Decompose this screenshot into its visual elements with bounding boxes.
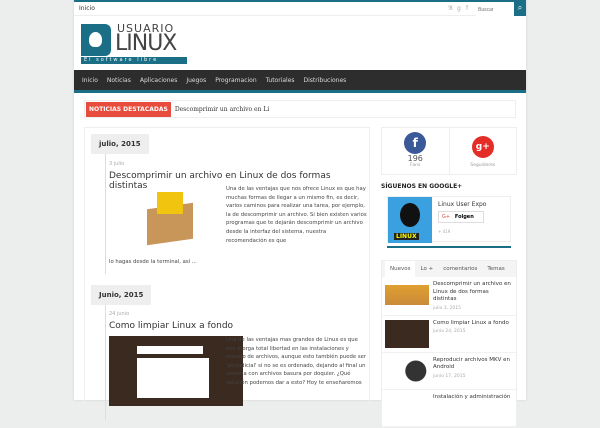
top-home-link[interactable]: Inicio bbox=[79, 5, 95, 12]
tab-comentarios[interactable]: comentarios bbox=[438, 261, 482, 277]
post-title[interactable]: Como limpiar Linux a fondo bbox=[109, 321, 233, 331]
recent-title[interactable]: Como limpiar Linux a fondo bbox=[433, 320, 509, 328]
post-thumbnail-screenshot[interactable] bbox=[109, 336, 243, 406]
list-item[interactable]: Instalación y administración bbox=[382, 390, 516, 427]
social-counters: f 196 Fans g+ Seguidores bbox=[381, 127, 517, 175]
search-input[interactable] bbox=[476, 4, 514, 16]
facebook-icon[interactable]: f bbox=[466, 5, 468, 12]
avatar-text: LINUX bbox=[394, 233, 419, 240]
nav-item-programacion[interactable]: Programacion bbox=[215, 77, 256, 84]
tab-temas[interactable]: Temas bbox=[482, 261, 509, 277]
gplus-heading: SÍGUENOS EN GOOGLE+ bbox=[381, 183, 463, 190]
nav-item-tutoriales[interactable]: Tutoriales bbox=[266, 77, 295, 84]
recent-thumb bbox=[385, 281, 429, 309]
rss-icon[interactable]: ℜ bbox=[448, 5, 453, 12]
ticker-link[interactable]: Descomprimir un archivo en Li bbox=[175, 106, 269, 113]
recent-date: junio 17, 2015 bbox=[433, 373, 466, 379]
top-bar: Inicio ℜ g f ⌕ bbox=[74, 0, 526, 16]
google-plus-icon: g+ bbox=[471, 136, 494, 158]
divider bbox=[387, 246, 511, 248]
recent-date: julio 3, 2015 bbox=[433, 305, 461, 311]
gplus-page-name[interactable]: Linux User Expo bbox=[438, 201, 486, 208]
facebook-counter[interactable]: f 196 Fans bbox=[382, 128, 450, 174]
follow-label: Folgen bbox=[454, 214, 474, 220]
list-item[interactable]: Como limpiar Linux a fondo junio 24, 2015 bbox=[382, 316, 516, 353]
fb-count: 196 bbox=[407, 154, 423, 163]
gp-label: Seguidores bbox=[470, 163, 496, 168]
main-nav: Inicio Noticias Aplicaciones Juegos Prog… bbox=[74, 70, 526, 93]
sidebar: f 196 Fans g+ Seguidores SÍGUENOS EN GOO… bbox=[381, 127, 517, 428]
timeline-line bbox=[105, 148, 106, 274]
post-date: 3 julio bbox=[109, 161, 125, 167]
search-button[interactable]: ⌕ bbox=[514, 0, 526, 16]
post-timeline: julio, 2015 3 julio Descomprimir un arch… bbox=[84, 127, 370, 420]
nav-item-inicio[interactable]: Inicio bbox=[82, 77, 98, 84]
linux-user-expo-avatar: LINUX bbox=[388, 197, 432, 243]
tabbed-widget: Nuevos Lo + comentarios Temas Descomprim… bbox=[381, 260, 517, 428]
tab-lo-mas[interactable]: Lo + bbox=[415, 261, 438, 277]
google-plus-icon[interactable]: g bbox=[457, 5, 461, 12]
list-item[interactable]: Reproducir archivos MKV en Android junio … bbox=[382, 353, 516, 390]
page-container: Inicio ℜ g f ⌕ USUARIO LINUX El software… bbox=[74, 0, 526, 428]
facebook-icon: f bbox=[404, 132, 427, 154]
tab-nuevos[interactable]: Nuevos bbox=[385, 261, 416, 277]
nav-item-juegos[interactable]: Juegos bbox=[186, 77, 206, 84]
post-excerpt-end: lo hagas desde la terminal, así ... bbox=[109, 259, 197, 265]
recent-thumb bbox=[385, 319, 429, 348]
news-ticker: NOTICIAS DESTACADAS Descomprimir un arch… bbox=[84, 100, 516, 118]
ticker-label: NOTICIAS DESTACADAS bbox=[86, 101, 171, 117]
logo-line2: LINUX bbox=[115, 31, 177, 56]
recent-title[interactable]: Reproducir archivos MKV en Android bbox=[433, 357, 513, 372]
recent-date: junio 24, 2015 bbox=[433, 329, 466, 334]
recent-title[interactable]: Descomprimir un archivo en Linux de dos … bbox=[433, 281, 513, 304]
timeline-line bbox=[105, 300, 106, 420]
gplus-badge: LINUX Linux User Expo G+ Folgen + 419 bbox=[387, 196, 511, 243]
tux-shape bbox=[89, 32, 102, 47]
recent-thumb bbox=[385, 356, 429, 385]
fb-label: Fans bbox=[410, 163, 421, 168]
widget-tabs: Nuevos Lo + comentarios Temas bbox=[382, 261, 516, 277]
nav-item-distribuciones[interactable]: Distribuciones bbox=[304, 77, 347, 84]
month-header: julio, 2015 bbox=[91, 134, 149, 154]
search-icon: ⌕ bbox=[517, 3, 523, 12]
google-plus-icon: G+ bbox=[442, 214, 451, 220]
list-item[interactable]: Descomprimir un archivo en Linux de dos … bbox=[382, 277, 516, 316]
nav-item-noticias[interactable]: Noticias bbox=[107, 77, 131, 84]
month-header: Junio, 2015 bbox=[91, 285, 152, 305]
nav-item-aplicaciones[interactable]: Aplicaciones bbox=[140, 77, 177, 84]
post-excerpt: Una de las ventajas mas grandes de Linux… bbox=[226, 337, 367, 386]
post-date: 24 junio bbox=[109, 311, 130, 317]
googleplus-counter[interactable]: g+ Seguidores bbox=[450, 128, 517, 174]
post-thumbnail-box[interactable] bbox=[141, 188, 199, 246]
follow-button[interactable]: G+ Folgen bbox=[438, 211, 484, 223]
site-logo[interactable]: USUARIO LINUX El software libre bbox=[81, 22, 187, 64]
post-excerpt: Una de las ventajas que nos ofrece Linux… bbox=[226, 186, 367, 244]
follower-count: + 419 bbox=[438, 229, 451, 234]
logo-tagline: El software libre bbox=[81, 57, 187, 64]
recent-thumb bbox=[385, 394, 429, 422]
